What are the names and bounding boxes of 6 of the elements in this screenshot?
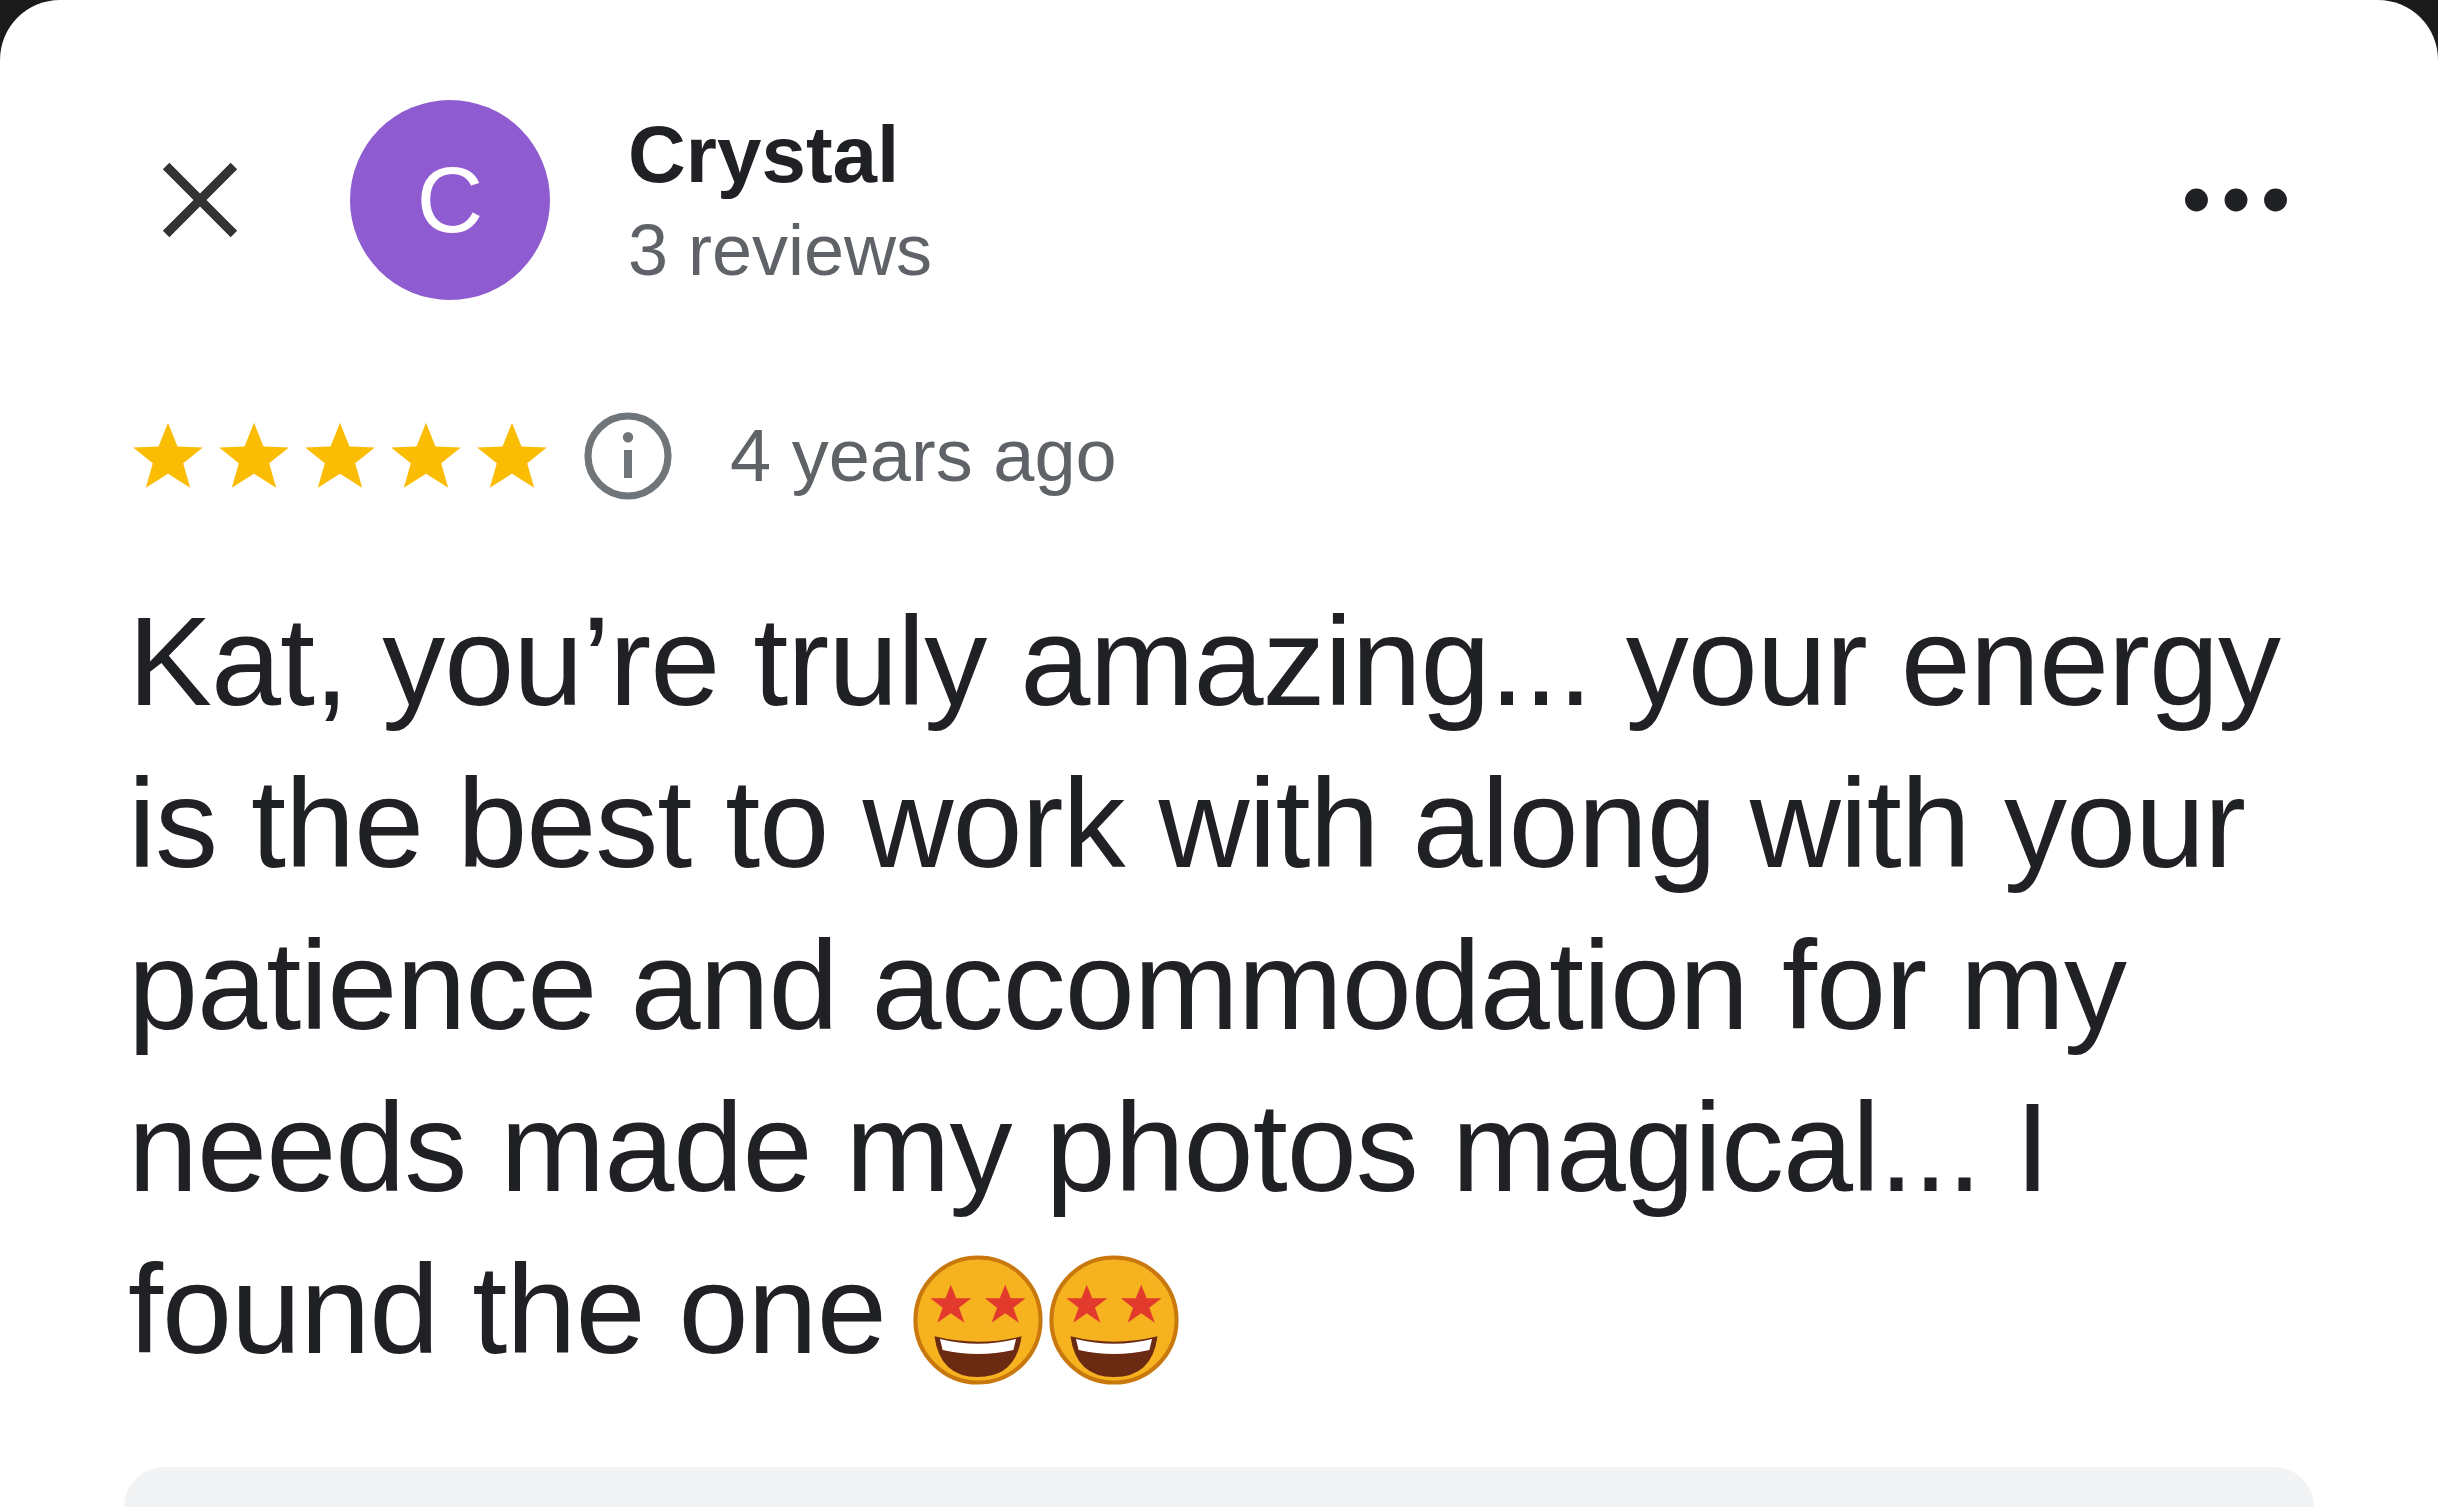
reviewer-name: Crystal bbox=[628, 109, 901, 201]
more-options-icon[interactable] bbox=[2184, 187, 2288, 213]
review-text: Kat, you’re truly amazing... your energy is the best to work with along with your patience and accommodation for my needs made my photos magical... I found the one bbox=[128, 581, 2378, 1391]
avatar: C bbox=[350, 100, 550, 300]
review-count: 3 reviews bbox=[628, 209, 933, 292]
review-time: 4 years ago bbox=[730, 413, 1117, 499]
